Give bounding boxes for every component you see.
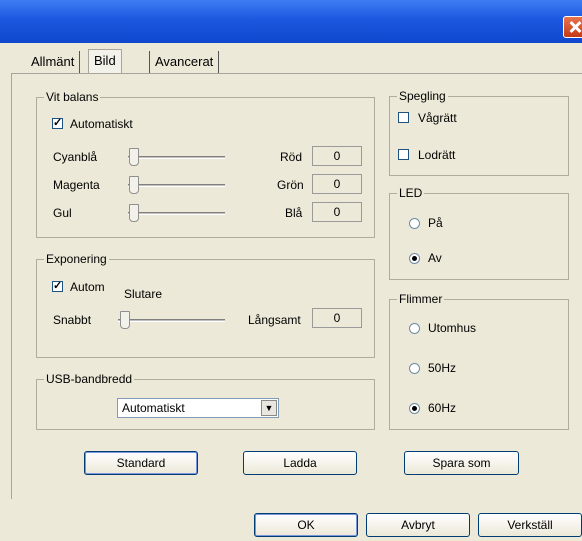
wb-cyan-red-slider[interactable] — [128, 156, 225, 159]
wb-auto-label: Automatiskt — [70, 117, 133, 131]
led-on-radio[interactable] — [409, 218, 420, 229]
flicker-outdoor-label: Utomhus — [428, 321, 477, 335]
usb-bandwidth-value: Automatiskt — [122, 401, 185, 415]
led-off-label: Av — [428, 251, 442, 265]
wb-blue-value: 0 — [312, 202, 362, 222]
wb-yellow-blue-slider[interactable] — [128, 212, 225, 215]
flicker-60hz-radio[interactable] — [409, 403, 420, 414]
shutter-fast-label: Snabbt — [53, 313, 92, 327]
exposure-auto-label: Autom — [70, 280, 105, 294]
wb-cyan-label: Cyanblå — [53, 150, 98, 164]
shutter-thumb[interactable] — [120, 311, 130, 329]
usb-bandwidth-select[interactable]: Automatiskt ▼ — [117, 398, 279, 418]
mirror-vertical-checkbox[interactable] — [398, 149, 409, 160]
usb-bandwidth-legend: USB-bandbredd — [46, 372, 133, 386]
tab-general[interactable]: Allmänt — [26, 51, 81, 73]
exposure-legend: Exponering — [46, 252, 107, 266]
wb-magenta-green-slider[interactable] — [128, 184, 225, 187]
led-legend: LED — [399, 186, 423, 200]
wb-blue-label: Blå — [285, 206, 303, 220]
wb-red-label: Röd — [280, 150, 303, 164]
wb-yellow-blue-thumb[interactable] — [129, 204, 139, 222]
wb-cyan-red-thumb[interactable] — [129, 148, 139, 166]
flicker-50hz-radio[interactable] — [409, 363, 420, 374]
exposure-auto-checkbox[interactable]: ✓ — [52, 281, 63, 292]
chevron-down-icon[interactable]: ▼ — [261, 400, 277, 416]
flicker-legend: Flimmer — [399, 292, 443, 306]
standard-button[interactable]: Standard — [84, 451, 198, 475]
wb-red-value: 0 — [312, 146, 362, 166]
exposure-group: Exponering — [36, 252, 375, 358]
close-icon[interactable] — [563, 16, 582, 38]
wb-auto-checkbox[interactable]: ✓ — [52, 118, 63, 129]
title-bar — [0, 0, 582, 43]
mirror-horizontal-label: Vågrätt — [418, 111, 457, 125]
flicker-60hz-label: 60Hz — [428, 401, 457, 415]
shutter-slider[interactable] — [118, 319, 225, 322]
wb-magenta-label: Magenta — [53, 178, 100, 192]
cancel-button[interactable]: Avbryt — [366, 513, 470, 537]
led-off-radio[interactable] — [409, 253, 420, 264]
shutter-label: Slutare — [124, 287, 163, 301]
save-as-button[interactable]: Spara som — [404, 451, 519, 475]
tab-advanced[interactable]: Avancerat — [149, 51, 220, 73]
led-group: LED — [389, 186, 569, 280]
white-balance-legend: Vit balans — [46, 90, 99, 104]
ok-button[interactable]: OK — [254, 513, 358, 537]
wb-yellow-label: Gul — [53, 206, 72, 220]
mirror-horizontal-checkbox[interactable] — [398, 112, 409, 123]
mirror-group: Spegling — [389, 89, 569, 176]
mirror-vertical-label: Lodrätt — [418, 148, 456, 162]
wb-green-value: 0 — [312, 174, 362, 194]
apply-button[interactable]: Verkställ — [478, 513, 582, 537]
mirror-legend: Spegling — [399, 89, 446, 103]
flicker-50hz-label: 50Hz — [428, 361, 457, 375]
wb-green-label: Grön — [277, 178, 304, 192]
shutter-slow-label: Långsamt — [248, 313, 301, 327]
shutter-value: 0 — [312, 308, 362, 328]
load-button[interactable]: Ladda — [243, 451, 357, 475]
tab-image[interactable]: Bild — [88, 49, 122, 74]
flicker-outdoor-radio[interactable] — [409, 323, 420, 334]
wb-magenta-green-thumb[interactable] — [129, 176, 139, 194]
led-on-label: På — [428, 216, 443, 230]
